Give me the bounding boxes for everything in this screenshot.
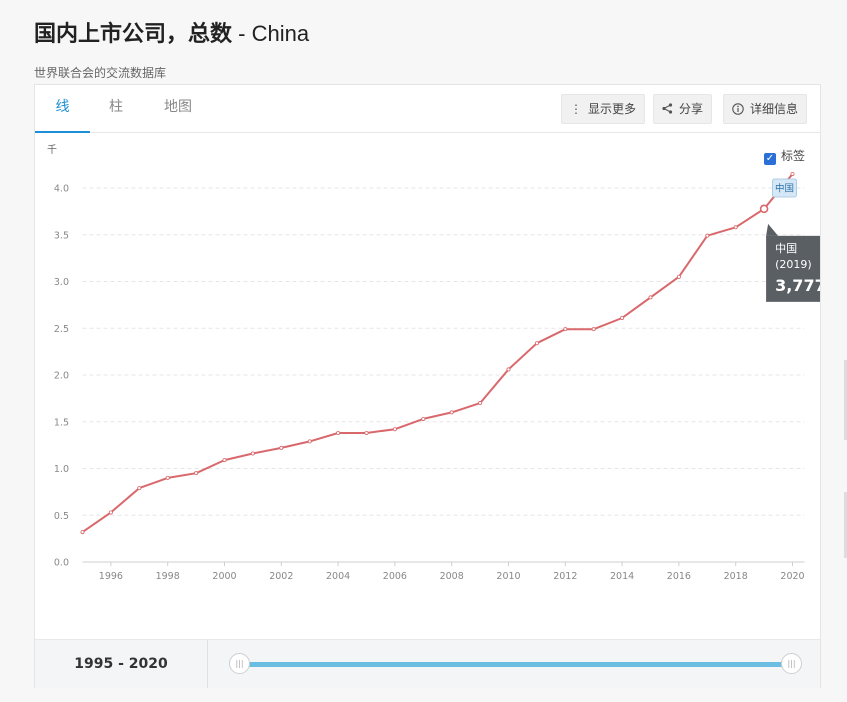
highlighted-point — [759, 204, 769, 214]
details-label: 详细信息 — [750, 102, 799, 116]
data-point — [250, 451, 255, 456]
data-point — [591, 327, 596, 332]
x-axis: 1996 1998 2000 2002 2004 2006 2008 2010 2012 2014… — [82, 561, 805, 582]
y-tick-label: 1.5 — [54, 417, 69, 428]
x-tick-label: 1996 — [99, 571, 123, 582]
tooltip-value: 3,777 — [775, 276, 820, 295]
x-tick-label: 2004 — [326, 571, 350, 582]
y-axis: 千 0.0 0.5 1.0 1.5 2.0 2.5 3.0 3.5 4.0 — [47, 144, 69, 569]
series-line — [81, 173, 794, 533]
y-tick-label: 2.0 — [54, 371, 69, 382]
data-point — [449, 410, 454, 415]
x-tick-label: 2020 — [780, 571, 804, 582]
y-unit-label: 千 — [47, 144, 57, 156]
x-tick-label: 2000 — [212, 571, 236, 582]
data-source: 世界联合会的交流数据库 — [34, 66, 167, 80]
tooltip-arrow — [766, 223, 779, 236]
chart-card: 线 柱 地图 ⋮ 显示更多 分享 详细信息 ✓ 标签 千 0.0 0.5 1.0 1.5 2.… — [34, 84, 821, 688]
title-main: 国内上市公司，总数 — [34, 22, 233, 47]
y-tick-label: 2.5 — [54, 324, 69, 335]
data-point — [279, 445, 284, 450]
show-more-button[interactable]: ⋮ 显示更多 — [561, 94, 646, 124]
y-tick-label: 4.0 — [54, 184, 69, 195]
x-tick-label: 2016 — [667, 571, 691, 582]
x-tick-label: 2008 — [440, 571, 464, 582]
data-point — [80, 530, 85, 535]
data-point — [222, 458, 227, 463]
data-point — [421, 416, 426, 421]
data-point — [307, 439, 312, 444]
y-tick-label: 1.0 — [54, 464, 69, 475]
title-country: China — [251, 21, 310, 46]
more-vertical-icon: ⋮ — [570, 102, 582, 116]
tab-bar[interactable]: 柱 — [95, 85, 137, 131]
share-icon — [662, 95, 673, 123]
x-tick-label: 2002 — [269, 571, 293, 582]
x-tick-label: 1998 — [156, 571, 180, 582]
x-tick-label: 2006 — [383, 571, 407, 582]
grid-lines — [82, 187, 805, 516]
data-point — [648, 295, 653, 300]
range-slider-track[interactable] — [245, 662, 790, 667]
data-point — [676, 274, 681, 279]
data-point — [392, 427, 397, 432]
data-point — [733, 225, 738, 230]
x-tick-label: 2012 — [553, 571, 577, 582]
share-button[interactable]: 分享 — [653, 94, 713, 124]
data-point — [534, 341, 539, 346]
range-selector: 1995 - 2020 ||| ||| — [35, 639, 820, 688]
range-label: 1995 - 2020 — [35, 640, 208, 688]
tab-line[interactable]: 线 — [35, 85, 90, 133]
data-point — [790, 171, 795, 176]
data-point — [563, 327, 568, 332]
range-handle-end[interactable]: ||| — [781, 653, 802, 674]
y-tick-label: 0.5 — [54, 511, 69, 522]
title-separator: - — [232, 21, 252, 46]
range-handle-start[interactable]: ||| — [229, 653, 250, 674]
data-point — [336, 430, 341, 435]
tooltip-year: (2019) — [775, 258, 812, 271]
data-point — [478, 401, 483, 406]
line-chart: 千 0.0 0.5 1.0 1.5 2.0 2.5 3.0 3.5 4.0 1996 1998 200… — [47, 144, 820, 582]
data-point — [108, 510, 113, 515]
data-point — [506, 367, 511, 372]
data-point — [705, 233, 710, 238]
chart-tabs: 线 柱 地图 ⋮ 显示更多 分享 详细信息 — [35, 85, 820, 133]
data-point — [194, 471, 199, 476]
y-tick-label: 0.0 — [54, 558, 69, 569]
page-title: 国内上市公司，总数 - China — [34, 16, 309, 48]
info-icon — [732, 95, 744, 123]
y-tick-label: 3.0 — [54, 277, 69, 288]
series-end-label: 中国 — [775, 182, 794, 194]
show-more-label: 显示更多 — [588, 102, 637, 116]
y-tick-label: 3.5 — [54, 230, 69, 241]
x-tick-label: 2018 — [724, 571, 748, 582]
tab-map[interactable]: 地图 — [147, 85, 209, 131]
tooltip-series: 中国 — [775, 242, 797, 255]
data-point — [137, 486, 142, 491]
data-point — [364, 430, 369, 435]
x-tick-label: 2010 — [496, 571, 520, 582]
data-point — [620, 315, 625, 320]
x-tick-label: 2014 — [610, 571, 634, 582]
details-button[interactable]: 详细信息 — [723, 94, 808, 124]
series-china — [80, 171, 795, 535]
data-point — [165, 475, 170, 480]
share-label: 分享 — [679, 102, 704, 116]
